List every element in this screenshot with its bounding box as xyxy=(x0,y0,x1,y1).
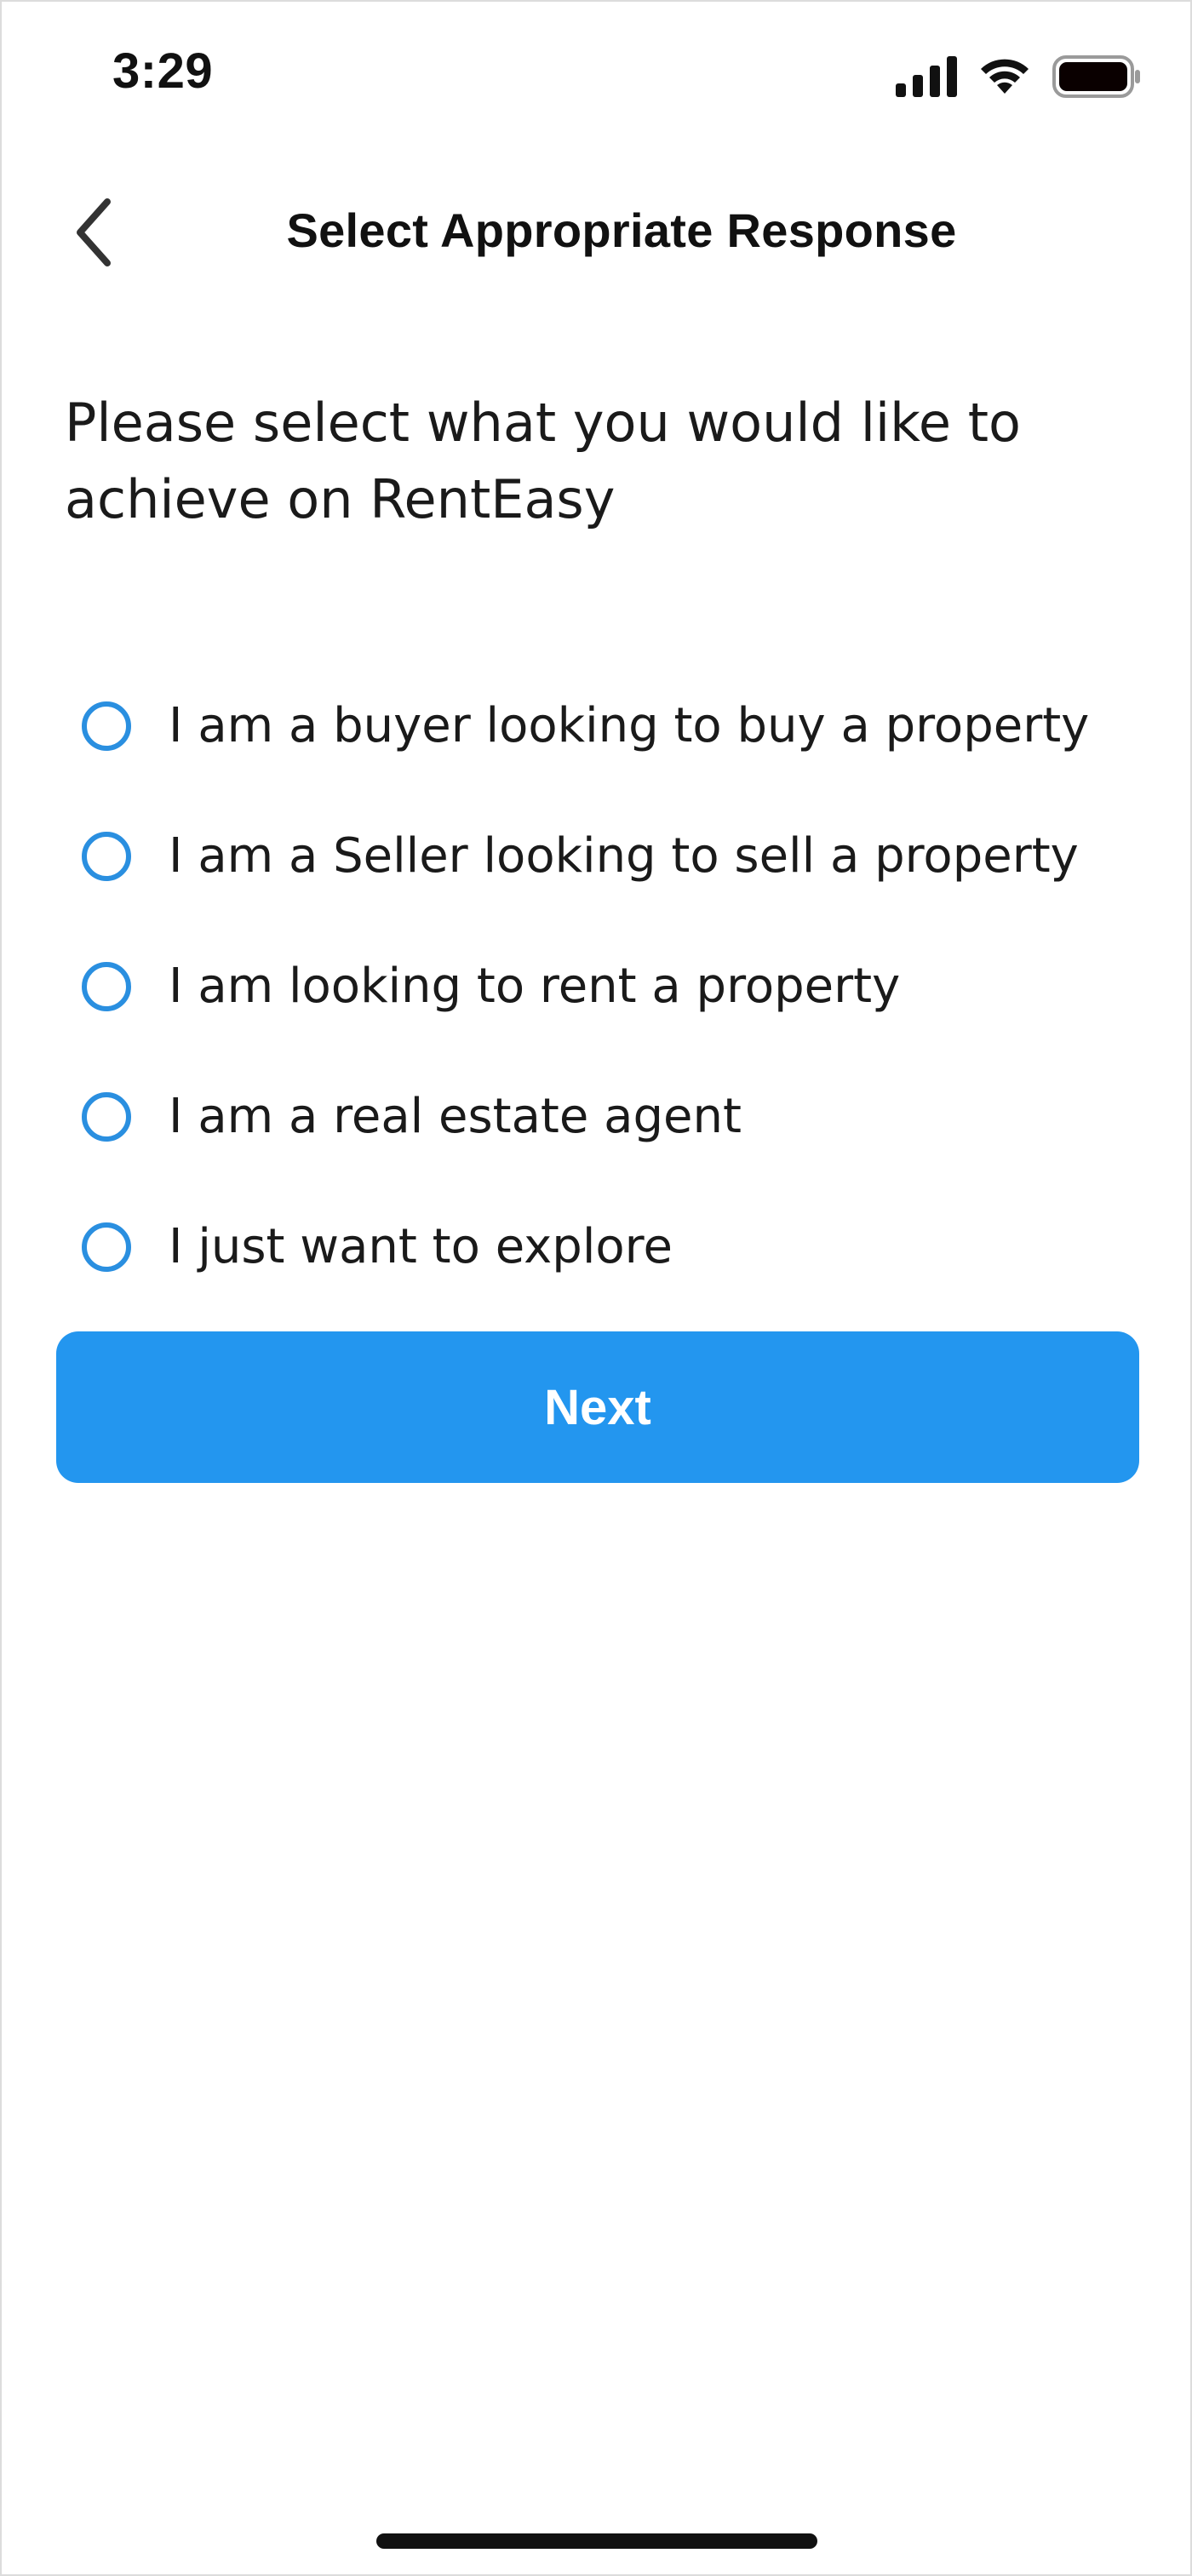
option-seller[interactable]: I am a Seller looking to sell a property xyxy=(82,791,1138,921)
radio-button[interactable] xyxy=(82,1091,131,1142)
option-label: I am a Seller looking to sell a property xyxy=(169,828,1079,884)
option-label: I am a real estate agent xyxy=(169,1089,742,1144)
status-icons xyxy=(896,51,1141,102)
chevron-left-icon xyxy=(73,197,114,272)
response-options: I am a buyer looking to buy a property I… xyxy=(82,661,1138,1312)
radio-button[interactable] xyxy=(82,961,131,1011)
option-label: I just want to explore xyxy=(169,1219,673,1274)
back-button[interactable] xyxy=(60,192,128,277)
radio-button[interactable] xyxy=(82,831,131,881)
page-title: Select Appropriate Response xyxy=(286,203,957,257)
cellular-signal-icon xyxy=(896,56,957,97)
option-explore[interactable]: I just want to explore xyxy=(82,1182,1138,1312)
next-button-label: Next xyxy=(544,1379,651,1435)
prompt-text: Please select what you would like to ach… xyxy=(65,392,1021,530)
radio-button[interactable] xyxy=(82,701,131,751)
option-renter[interactable]: I am looking to rent a property xyxy=(82,921,1138,1051)
wifi-icon xyxy=(976,56,1034,97)
status-time: 3:29 xyxy=(112,43,214,99)
home-indicator xyxy=(376,2533,817,2549)
next-button[interactable]: Next xyxy=(56,1331,1139,1483)
radio-button[interactable] xyxy=(82,1222,131,1272)
option-label: I am looking to rent a property xyxy=(169,959,901,1014)
option-agent[interactable]: I am a real estate agent xyxy=(82,1051,1138,1182)
option-buyer[interactable]: I am a buyer looking to buy a property xyxy=(82,661,1138,791)
option-label: I am a buyer looking to buy a property xyxy=(169,698,1090,753)
battery-icon xyxy=(1052,54,1141,99)
